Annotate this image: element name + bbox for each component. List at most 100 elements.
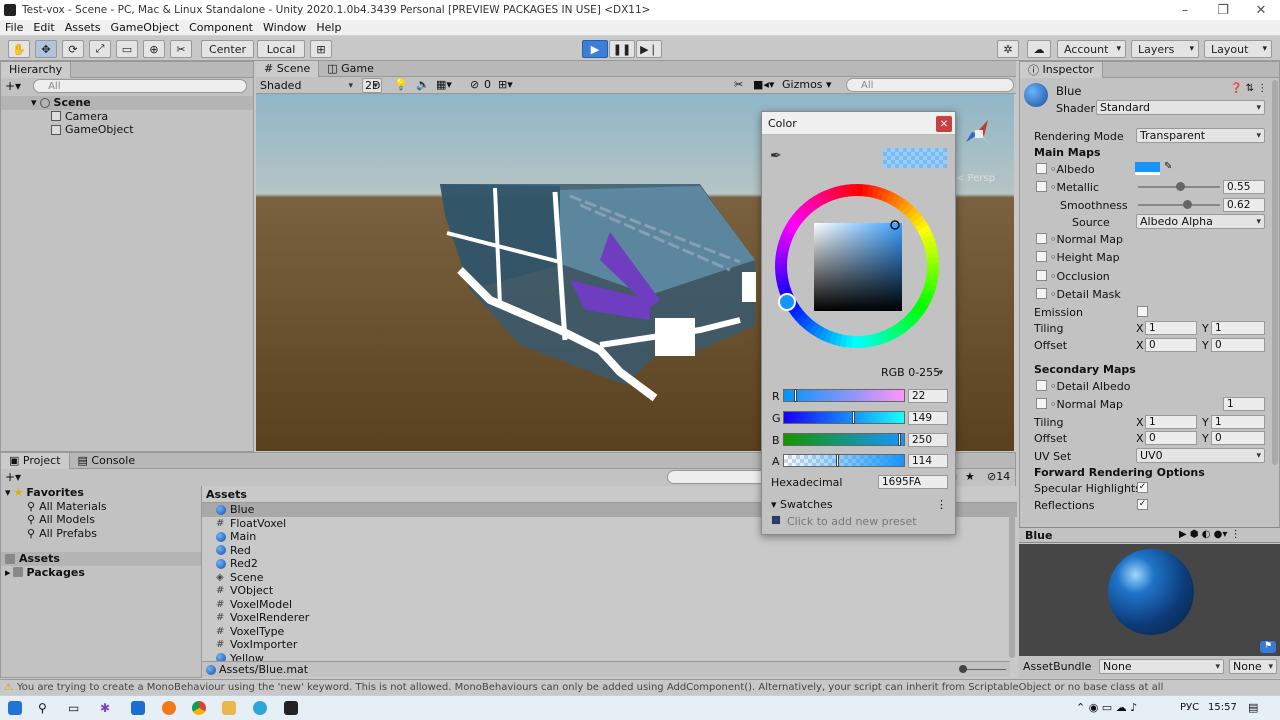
albedo-texture-slot[interactable] (1036, 163, 1047, 174)
offset-x-field[interactable]: 0 (1145, 338, 1197, 352)
hidden-objects-icon[interactable]: ⊘ (470, 78, 479, 91)
help-icon[interactable]: ❓ ⇅ ⋮ (1230, 83, 1267, 94)
favorites-row[interactable]: ▾ ★ Favorites (1, 486, 201, 500)
scene-tab[interactable]: # Scene (256, 60, 320, 77)
tag-icon[interactable]: ⚑ (1260, 641, 1276, 653)
cloud-icon[interactable]: ☁ (1027, 40, 1051, 58)
grid-snap-icon[interactable]: ⊞ (310, 40, 332, 58)
step-button[interactable]: ▶❘ (636, 40, 662, 58)
b-slider-knob[interactable] (897, 433, 901, 446)
collab-icon[interactable]: ✲ (997, 40, 1019, 58)
inspector-tab[interactable]: ⓘ Inspector (1020, 62, 1103, 78)
offset2-y-field[interactable]: 0 (1211, 431, 1265, 445)
menu-gameobject[interactable]: GameObject (111, 21, 180, 34)
tools-icon[interactable]: ✂ (734, 78, 743, 91)
specular-checkbox[interactable]: ✓ (1137, 482, 1148, 493)
project-file-row[interactable]: ◈ Scene (202, 571, 1017, 585)
detail-mask-slot[interactable] (1036, 288, 1047, 299)
favorite-filter-icon[interactable]: ★ (965, 470, 975, 483)
menu-window[interactable]: Window (263, 21, 306, 34)
pivot-local-button[interactable]: Local (257, 40, 305, 58)
normal-map-slot[interactable] (1036, 233, 1047, 244)
perspective-label[interactable]: < Persp (956, 173, 995, 184)
search-icon[interactable]: ⚲ (38, 701, 52, 715)
add-preset-icon[interactable] (772, 516, 780, 524)
smoothness-value-field[interactable]: 0.62 (1223, 198, 1265, 212)
hex-field[interactable]: 1695FA (878, 475, 948, 489)
scale-tool-icon[interactable]: ⤢ (89, 40, 111, 58)
b-slider[interactable] (783, 433, 905, 446)
r-slider-knob[interactable] (794, 389, 797, 402)
chrome-icon[interactable] (192, 701, 206, 715)
project-file-row[interactable]: # VoxelModel (202, 598, 1017, 612)
account-dropdown[interactable]: Account ▾ (1057, 40, 1126, 58)
close-icon[interactable]: ✕ (936, 116, 952, 132)
maximize-button[interactable]: ❐ (1204, 0, 1242, 20)
g-field[interactable]: 149 (908, 411, 948, 425)
hierarchy-item[interactable]: Camera (1, 110, 253, 124)
scene-search-input[interactable]: All (846, 78, 1014, 92)
shader-dropdown[interactable]: Standard (1096, 100, 1265, 115)
hand-tool-icon[interactable]: ✋ (8, 40, 30, 58)
scene-gizmo[interactable] (958, 112, 1000, 162)
file-explorer-icon[interactable] (222, 701, 236, 715)
smoothness-slider-track[interactable] (1138, 204, 1220, 206)
menu-component[interactable]: Component (189, 21, 253, 34)
offset2-x-field[interactable]: 0 (1145, 431, 1197, 445)
favorites-item[interactable]: ⚲ All Models (1, 513, 201, 527)
inspector-scrollbar[interactable] (1272, 80, 1278, 465)
layout-dropdown[interactable]: Layout ▾ (1204, 40, 1272, 58)
tiling2-y-field[interactable]: 1 (1211, 415, 1265, 429)
rect-tool-icon[interactable]: ▭ (116, 40, 138, 58)
height-map-slot[interactable] (1036, 251, 1047, 262)
unity-icon[interactable] (284, 701, 298, 715)
firefox-icon[interactable] (162, 701, 176, 715)
detail-albedo-slot[interactable] (1036, 380, 1047, 391)
metallic-slider-knob[interactable] (1176, 182, 1185, 191)
console-status-bar[interactable]: ⚠ You are trying to create a MonoBehavio… (0, 679, 1280, 695)
eyedropper-icon[interactable]: ✎ (1164, 161, 1172, 172)
normal-scale-field[interactable]: 1 (1223, 397, 1265, 411)
task-view-icon[interactable]: ▭ (68, 701, 82, 715)
lighting-icon[interactable]: 💡 (394, 78, 408, 91)
packages-folder-row[interactable]: ▸ Packages (1, 566, 201, 580)
favorites-item[interactable]: ⚲ All Prefabs (1, 527, 201, 541)
camera-icon[interactable]: ■◂▾ (753, 78, 774, 91)
language-indicator[interactable]: РУС (1180, 702, 1199, 713)
smoothness-slider-knob[interactable] (1183, 200, 1192, 209)
offset-y-field[interactable]: 0 (1211, 338, 1265, 352)
effects-icon[interactable]: ▦▾ (436, 78, 452, 91)
assetbundle-dropdown[interactable]: None (1099, 659, 1224, 674)
icon-size-slider[interactable] (962, 669, 1006, 670)
gizmos-dropdown[interactable]: Gizmos ▾ (782, 78, 832, 91)
icon-size-slider-knob[interactable] (959, 665, 967, 673)
minimize-button[interactable]: – (1166, 0, 1204, 20)
swatches-header[interactable]: ▾ Swatches (771, 498, 833, 511)
hue-ring[interactable] (766, 175, 948, 357)
swatches-menu-icon[interactable]: ⋮ (936, 498, 947, 511)
b-field[interactable]: 250 (908, 433, 948, 447)
transform-tool-icon[interactable]: ⊕ (143, 40, 165, 58)
menu-file[interactable]: File (5, 21, 23, 34)
eyedropper-icon[interactable]: ✒ (770, 148, 782, 164)
rendering-mode-dropdown[interactable]: Transparent (1136, 128, 1265, 143)
pivot-center-button[interactable]: Center (201, 40, 254, 58)
r-field[interactable]: 22 (908, 389, 948, 403)
project-file-row[interactable]: Red (202, 544, 1017, 558)
project-file-row[interactable]: # VoxImporter (202, 638, 1017, 652)
project-add-icon[interactable]: +▾ (5, 470, 21, 484)
tiling-y-field[interactable]: 1 (1211, 321, 1265, 335)
a-slider[interactable] (783, 454, 905, 467)
r-slider[interactable] (783, 389, 905, 402)
grid-icon[interactable]: ⊞▾ (498, 78, 513, 91)
preview-controls-icon[interactable]: ▶ ⬢ ◐ ●▾ ⋮ (1179, 529, 1241, 540)
windows-start-icon[interactable] (8, 701, 22, 715)
g-slider-knob[interactable] (851, 411, 855, 424)
metallic-value-field[interactable]: 0.55 (1223, 180, 1265, 194)
hierarchy-scene-row[interactable]: ▾ Scene (1, 96, 253, 110)
normal-map2-slot[interactable] (1036, 398, 1047, 409)
notifications-icon[interactable]: ▤ (1248, 701, 1258, 714)
albedo-color-swatch[interactable] (1135, 162, 1160, 175)
hierarchy-item[interactable]: GameObject (1, 123, 253, 137)
rotate-tool-icon[interactable]: ⟳ (62, 40, 84, 58)
